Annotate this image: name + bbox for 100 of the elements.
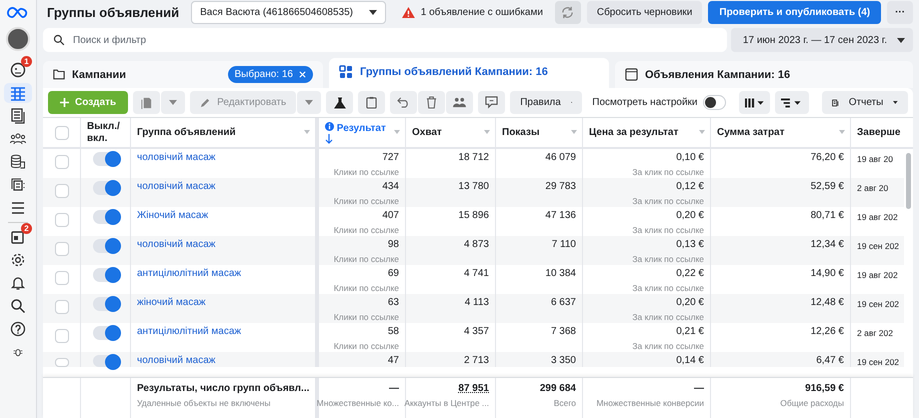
table-cell-text: 19 сен 202	[857, 357, 900, 367]
table-cell: 14,90 €	[810, 268, 844, 279]
duplicate-button[interactable]	[133, 91, 160, 114]
total-value: —	[389, 383, 399, 394]
info-icon	[325, 122, 334, 130]
avatar[interactable]	[6, 27, 30, 51]
table-cell: 47 136	[545, 210, 576, 221]
row-checkbox[interactable]	[54, 242, 68, 256]
reset-drafts-button[interactable]: Сбросить черновики	[586, 0, 702, 24]
table-cell: 727	[382, 152, 399, 163]
chat-icon	[485, 96, 498, 109]
total-caption: Общие расходы	[780, 398, 844, 408]
table-cell: 3 350	[550, 355, 576, 366]
tab[interactable]: Кампании Выбрано: 16	[43, 61, 323, 88]
table-cell: 46 079	[545, 152, 576, 163]
ad-set-link[interactable]: чоловічий масаж	[137, 355, 309, 366]
more-button[interactable]: ···	[887, 0, 914, 24]
breakdown-icon	[781, 98, 803, 108]
on-off-toggle[interactable]	[93, 152, 119, 166]
table-cell: 0,14 €	[676, 355, 704, 366]
report-icon	[832, 96, 839, 108]
column-header[interactable]: Группа объявлений	[137, 127, 309, 138]
infinity-logo-icon[interactable]	[7, 7, 29, 18]
column-header[interactable]: Охват	[412, 127, 489, 138]
table-cell: 12,26 €	[810, 326, 844, 337]
table-cell: 69	[388, 268, 399, 279]
table-cell: 7 110	[552, 239, 576, 250]
cell-caption: Клики по ссылке	[334, 254, 399, 264]
cell-caption: Клики по ссылке	[334, 312, 399, 322]
settings-icon	[10, 252, 26, 268]
on-off-toggle[interactable]	[93, 355, 119, 367]
table-cell: 0,20 €	[676, 297, 704, 308]
sort-down-arrow-icon	[325, 134, 333, 144]
column-header[interactable]: Показы	[502, 127, 576, 138]
refresh-button[interactable]	[554, 0, 581, 24]
table-cell: 0,12 €	[676, 181, 704, 192]
date-range-dropdown[interactable]: 17 июн 2023 г. — 17 сен 2023 г.	[730, 28, 913, 52]
ad-set-link[interactable]: Жіночий масаж	[137, 210, 309, 221]
cell-caption: За клик по ссылке	[632, 341, 704, 351]
tab[interactable]: Группы объявлений Кампании: 16	[329, 58, 609, 88]
view-settings-switch[interactable]	[702, 95, 726, 110]
row-checkbox[interactable]	[54, 184, 68, 198]
search-field[interactable]: Поиск и фильтр	[43, 28, 727, 52]
row-checkbox[interactable]	[54, 300, 68, 314]
ad-set-link[interactable]: чоловічий масаж	[137, 181, 309, 192]
preview-button[interactable]	[478, 91, 506, 114]
ad-set-link[interactable]: чоловічий масаж	[137, 239, 309, 250]
delete-button[interactable]	[418, 91, 446, 114]
columns-dropdown[interactable]	[738, 91, 770, 114]
column-header[interactable]: Сумма затрат	[717, 127, 844, 138]
ad-set-link[interactable]: антицілюлітний масаж	[137, 268, 309, 279]
ad-set-link[interactable]: жіночий масаж	[137, 297, 309, 308]
grid-icon	[339, 64, 353, 78]
selection-chip[interactable]: Выбрано: 16	[228, 66, 313, 83]
table-cell: 7 368	[550, 326, 576, 337]
copy-icon	[140, 96, 154, 109]
on-off-toggle[interactable]	[93, 181, 119, 195]
trash-icon	[426, 96, 438, 109]
tab[interactable]: Объявления Кампании: 16	[615, 61, 913, 88]
edit-dropdown[interactable]	[297, 91, 322, 114]
search-icon	[10, 298, 26, 314]
table-cell: 58	[388, 326, 399, 337]
row-checkbox[interactable]	[54, 358, 68, 367]
select-all-checkbox[interactable]	[54, 126, 68, 140]
undo-button[interactable]	[390, 91, 418, 114]
column-header[interactable]: Выкл./ вкл.	[87, 120, 124, 144]
cell-caption: За клик по ссылке	[632, 254, 704, 264]
breakdown-dropdown[interactable]	[775, 91, 809, 114]
on-off-toggle[interactable]	[93, 210, 119, 224]
duplicate-dropdown[interactable]	[161, 91, 186, 114]
audience-button[interactable]	[446, 91, 474, 114]
clipboard-button[interactable]	[358, 91, 386, 114]
columns-icon	[744, 98, 764, 108]
column-header[interactable]: Заверше	[857, 127, 901, 138]
rules-dropdown[interactable]: Правила	[510, 91, 582, 114]
table-cell: 18 712	[458, 152, 489, 163]
table-cell: 10 384	[545, 268, 576, 279]
scrollbar[interactable]	[906, 153, 911, 209]
on-off-toggle[interactable]	[93, 268, 119, 282]
error-notice[interactable]: 1 объявление с ошибками	[420, 6, 543, 18]
notification-badge: 2	[21, 223, 32, 234]
column-header[interactable]: Цена за результат	[589, 127, 704, 138]
on-off-toggle[interactable]	[93, 326, 119, 340]
flask-icon	[334, 96, 346, 108]
row-checkbox[interactable]	[54, 271, 68, 285]
account-dropdown[interactable]: Вася Васюта (461866504608535)	[191, 0, 386, 24]
test-button[interactable]	[326, 91, 354, 114]
row-checkbox[interactable]	[54, 329, 68, 343]
row-checkbox[interactable]	[54, 213, 68, 227]
ad-set-link[interactable]: чоловічий масаж	[137, 152, 309, 163]
on-off-toggle[interactable]	[93, 297, 119, 311]
column-header[interactable]: Результат	[325, 122, 399, 134]
reports-dropdown[interactable]: Отчеты	[822, 91, 908, 114]
ad-set-link[interactable]: антицілюлітний масаж	[137, 326, 309, 337]
on-off-toggle[interactable]	[93, 239, 119, 253]
table-cell: 6,47 €	[816, 355, 844, 366]
table-cell: 2 713	[464, 355, 489, 366]
stacked-pages-icon	[10, 177, 26, 193]
row-checkbox[interactable]	[54, 155, 68, 169]
publish-button[interactable]: Проверить и опубликовать (4)	[708, 0, 882, 24]
